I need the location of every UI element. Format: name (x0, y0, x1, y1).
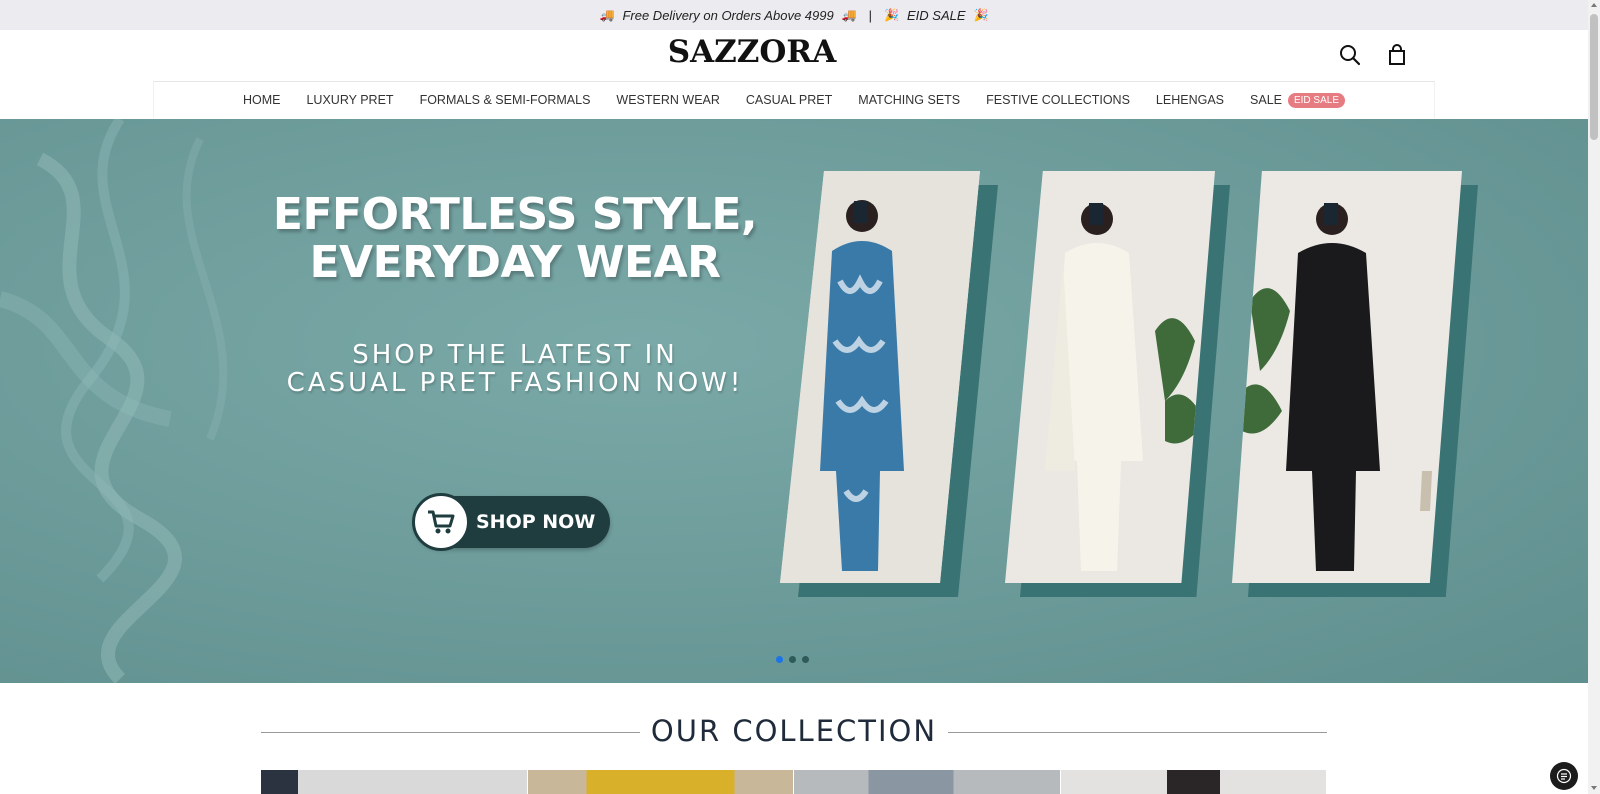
hero-subtitle: SHOP THE LATEST IN CASUAL PRET FASHION N… (240, 341, 790, 397)
collection-divider-left (261, 732, 640, 733)
eid-sale-text: EID SALE (907, 7, 966, 23)
page-scrollbar[interactable] (1588, 0, 1600, 794)
nav-label: FORMALS & SEMI-FORMALS (419, 93, 591, 107)
nav-label: LUXURY PRET (306, 93, 394, 107)
collection-grid (261, 770, 1327, 794)
hero-title-line: EFFORTLESS STYLE, (272, 189, 758, 240)
carousel-dot-2[interactable] (789, 656, 796, 663)
carousel-dots (776, 656, 809, 663)
nav-item-lehengas[interactable]: LEHENGAS (1156, 93, 1224, 107)
chat-icon (1556, 768, 1572, 784)
party-popper-icon: 🎉 (973, 8, 989, 22)
truck-icon: 🚚 (841, 8, 857, 22)
eid-sale-badge: EID SALE (1287, 92, 1346, 108)
carousel-dot-3[interactable] (802, 656, 809, 663)
nav-item-formals[interactable]: FORMALS & SEMI-FORMALS (420, 93, 591, 107)
truck-icon: 🚚 (599, 8, 615, 22)
hero-title-line: EVERYDAY WEAR (309, 237, 721, 288)
page: 🚚 Free Delivery on Orders Above 4999 🚚 |… (0, 0, 1600, 794)
nav-item-casual-pret[interactable]: CASUAL PRET (746, 93, 832, 107)
collection-title: OUR COLLECTION (650, 714, 938, 748)
carousel-dot-1[interactable] (776, 656, 783, 663)
model-photo-black (1232, 171, 1462, 583)
search-icon[interactable] (1337, 42, 1363, 68)
scroll-down-arrow-icon[interactable] (1591, 786, 1597, 790)
announcement-bar: 🚚 Free Delivery on Orders Above 4999 🚚 |… (0, 0, 1588, 30)
hero-title: EFFORTLESS STYLE, EVERYDAY WEAR (240, 191, 790, 287)
shopping-bag-icon[interactable] (1384, 42, 1410, 68)
hero-subtitle-line: CASUAL PRET FASHION NOW! (286, 368, 744, 398)
shop-now-label: SHOP NOW (476, 511, 596, 533)
scrollbar-thumb[interactable] (1590, 14, 1598, 140)
site-header: SAZZORA (0, 30, 1588, 82)
chat-widget-button[interactable] (1550, 762, 1578, 790)
nav-item-home[interactable]: HOME (243, 93, 281, 107)
hero-photos (770, 171, 1490, 601)
nav-label: SALE (1250, 93, 1282, 107)
nav-item-matching-sets[interactable]: MATCHING SETS (858, 93, 960, 107)
shop-now-button[interactable]: SHOP NOW (412, 493, 610, 551)
collection-card[interactable] (261, 770, 527, 794)
nav-label: FESTIVE COLLECTIONS (986, 93, 1130, 107)
collection-divider-right (948, 732, 1327, 733)
free-delivery-text: Free Delivery on Orders Above 4999 (622, 7, 834, 23)
nav-label: MATCHING SETS (858, 93, 961, 107)
nav-label: WESTERN WEAR (616, 93, 720, 107)
collection-card[interactable] (794, 770, 1060, 794)
nav-item-luxury-pret[interactable]: LUXURY PRET (306, 93, 393, 107)
nav-item-sale[interactable]: SALE EID SALE (1250, 92, 1346, 108)
announcement-separator: | (868, 7, 873, 23)
nav-label: LEHENGAS (1155, 93, 1225, 107)
collection-card[interactable] (1060, 770, 1326, 794)
cart-icon (412, 493, 470, 551)
nav-label: CASUAL PRET (745, 93, 833, 107)
site-logo[interactable]: SAZZORA (668, 34, 837, 70)
model-photo-white (1005, 171, 1215, 583)
nav-item-festive-collections[interactable]: FESTIVE COLLECTIONS (986, 93, 1130, 107)
nav-label: HOME (242, 93, 281, 107)
scroll-up-arrow-icon[interactable] (1591, 3, 1597, 7)
nav-item-western-wear[interactable]: WESTERN WEAR (616, 93, 719, 107)
party-popper-icon: 🎉 (884, 8, 899, 22)
main-nav: HOME LUXURY PRET FORMALS & SEMI-FORMALS … (153, 81, 1435, 118)
hero-subtitle-line: SHOP THE LATEST IN (352, 340, 678, 370)
hero-banner[interactable]: EFFORTLESS STYLE, EVERYDAY WEAR SHOP THE… (0, 119, 1588, 683)
collection-card[interactable] (527, 770, 793, 794)
